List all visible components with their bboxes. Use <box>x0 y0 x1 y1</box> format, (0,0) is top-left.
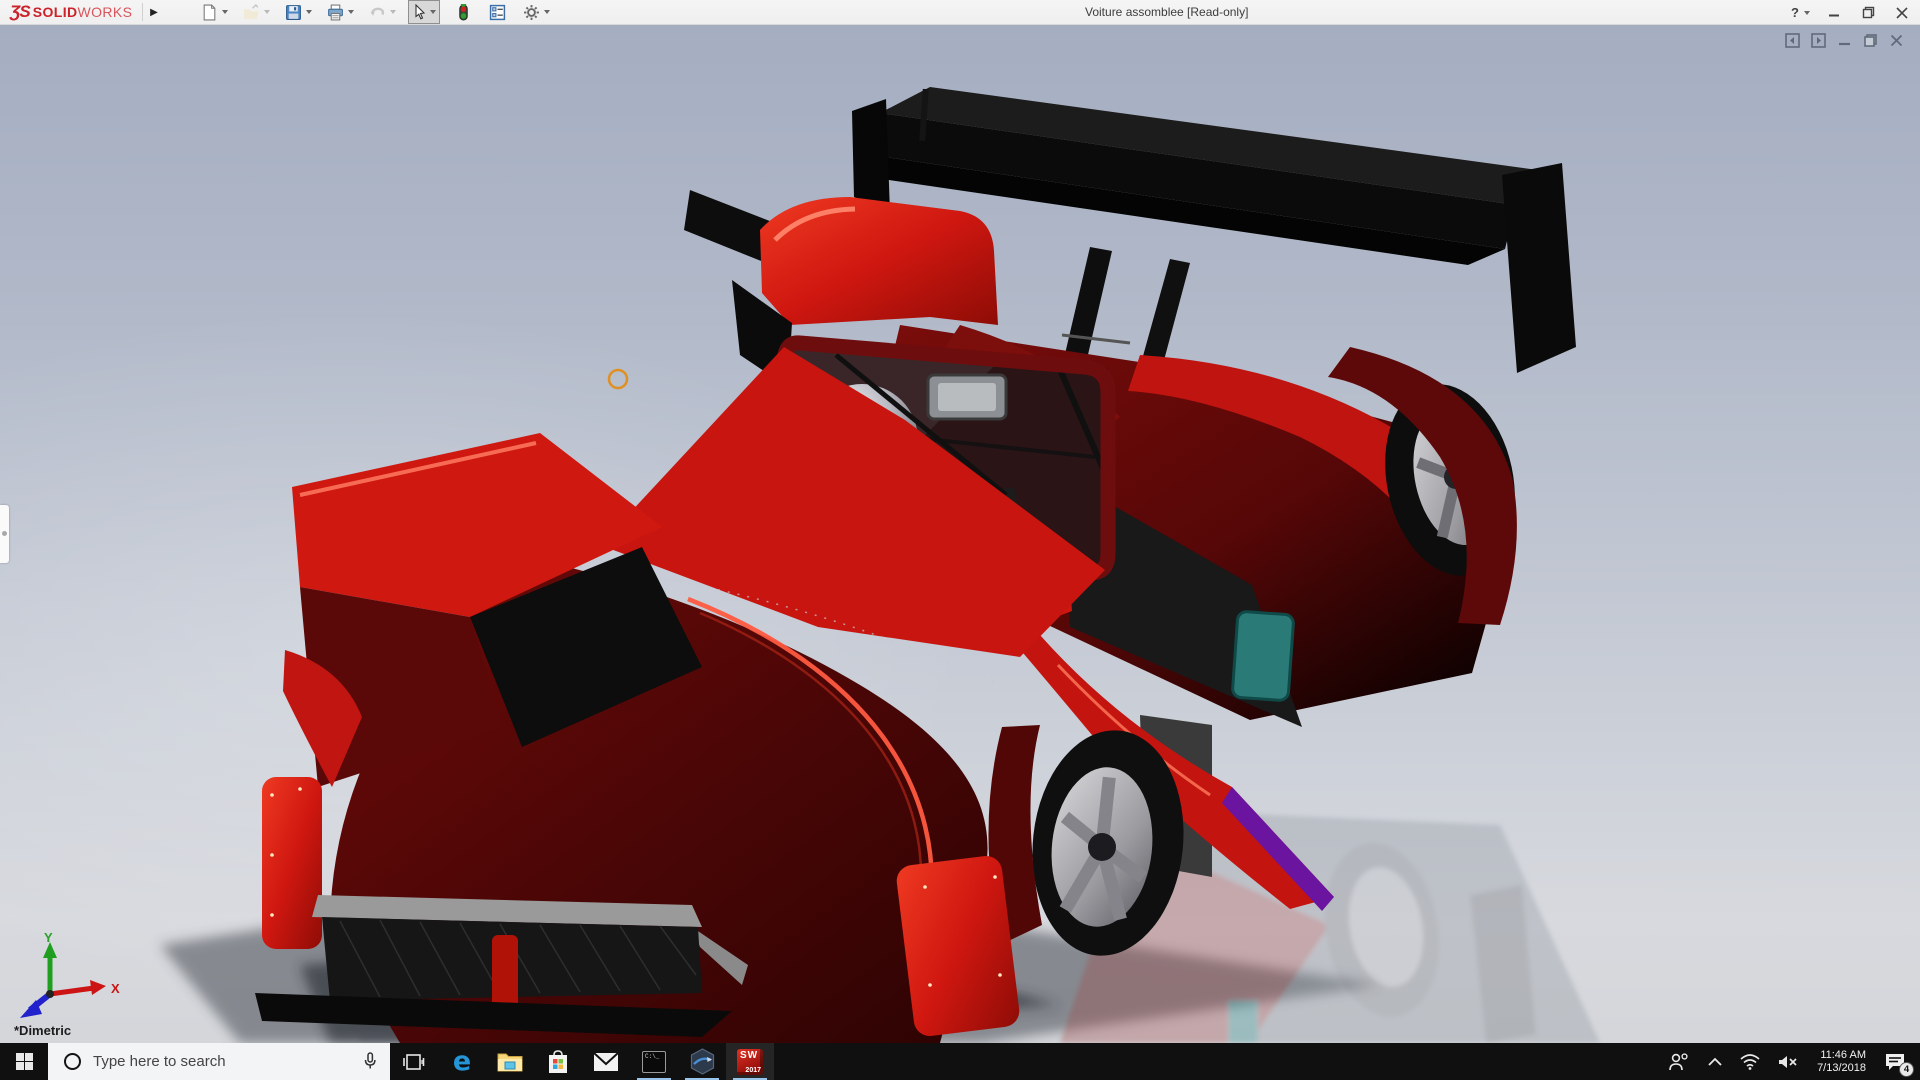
solidworks-logo-mark: ƷS <box>10 2 30 22</box>
save-icon <box>285 4 302 21</box>
rebuild-traffic-light-icon <box>455 4 472 21</box>
select-tool-button[interactable] <box>408 0 440 24</box>
file-properties-icon <box>489 4 506 21</box>
minimize-icon <box>1828 7 1840 19</box>
minimize-button[interactable] <box>1824 3 1844 23</box>
doc-minimize-icon[interactable] <box>1837 33 1852 48</box>
mail-icon <box>593 1052 619 1072</box>
store-icon <box>546 1049 570 1075</box>
door-inner-panel <box>1232 611 1294 701</box>
new-dropdown[interactable] <box>222 10 228 14</box>
doc-restore-icon[interactable] <box>1863 33 1878 48</box>
edge-icon: e <box>453 1046 471 1077</box>
previous-window-icon[interactable] <box>1785 33 1800 48</box>
undo-icon <box>369 4 386 21</box>
options-dropdown[interactable] <box>544 10 550 14</box>
solidworks-logo: ƷS SOLID WORKS <box>10 2 132 22</box>
show-hidden-icons-button[interactable] <box>1699 1043 1731 1080</box>
title-bar: ƷS SOLID WORKS ▶ <box>0 0 1920 25</box>
front-left-corner <box>262 777 322 949</box>
view-orientation-label: *Dimetric <box>14 1023 71 1038</box>
volume-button[interactable] <box>1769 1043 1807 1080</box>
graphics-viewport[interactable]: Y X *Dimetric <box>0 25 1920 1043</box>
window-title: Voiture assomblee [Read-only] <box>1085 5 1248 19</box>
next-window-icon[interactable] <box>1811 33 1826 48</box>
notification-badge: 4 <box>1899 1062 1914 1077</box>
solidworks-2017-icon: SW 2017 <box>737 1049 763 1075</box>
annotation-marker <box>609 370 627 388</box>
options-gear-icon <box>523 4 540 21</box>
help-button[interactable]: ? <box>1791 5 1810 20</box>
undo-button[interactable] <box>366 1 388 23</box>
headrest-fairing <box>760 197 998 325</box>
options-button[interactable] <box>520 1 542 23</box>
edrawings-button[interactable] <box>678 1043 726 1080</box>
collapsed-panel-tab[interactable] <box>0 505 9 563</box>
document-window-controls <box>1785 33 1904 48</box>
command-prompt-icon: C:\_ <box>642 1051 666 1073</box>
windows-taskbar: e <box>0 1043 1920 1080</box>
search-input[interactable] <box>93 1053 333 1070</box>
print-button[interactable] <box>324 1 346 23</box>
menu-flyout-button[interactable]: ▶ <box>142 3 156 21</box>
select-cursor-icon <box>412 4 428 20</box>
windows-logo-icon <box>16 1053 33 1070</box>
task-view-icon <box>402 1050 426 1074</box>
command-prompt-button[interactable]: C:\_ <box>630 1043 678 1080</box>
start-button[interactable] <box>0 1043 48 1080</box>
speaker-muted-icon <box>1778 1054 1798 1070</box>
open-button[interactable] <box>240 1 262 23</box>
mail-button[interactable] <box>582 1043 630 1080</box>
new-document-button[interactable] <box>198 1 220 23</box>
save-dropdown[interactable] <box>306 10 312 14</box>
front-right-corner <box>895 854 1021 1038</box>
close-icon <box>1896 7 1908 19</box>
open-icon <box>243 4 260 21</box>
clock-time: 11:46 AM <box>1817 1049 1866 1062</box>
open-dropdown[interactable] <box>264 10 270 14</box>
doc-close-icon[interactable] <box>1889 33 1904 48</box>
solidworks-taskbar-button[interactable]: SW 2017 <box>726 1043 774 1080</box>
rebuild-button[interactable] <box>452 1 474 23</box>
edge-button[interactable]: e <box>438 1043 486 1080</box>
triad-y-label: Y <box>44 930 53 945</box>
select-dropdown[interactable] <box>430 10 436 14</box>
print-icon <box>327 4 344 21</box>
new-document-icon <box>201 4 218 21</box>
microphone-icon[interactable] <box>362 1052 378 1070</box>
store-button[interactable] <box>534 1043 582 1080</box>
system-tray: 11:46 AM 7/13/2018 4 <box>1659 1043 1920 1080</box>
taskbar-search[interactable] <box>48 1043 390 1080</box>
wifi-icon <box>1740 1054 1760 1070</box>
edrawings-hexagon-icon <box>689 1048 716 1075</box>
undo-dropdown[interactable] <box>390 10 396 14</box>
people-icon <box>1668 1052 1690 1072</box>
orientation-triad: Y X <box>8 930 128 1030</box>
restore-icon <box>1862 6 1875 19</box>
clock-date: 7/13/2018 <box>1817 1062 1866 1075</box>
print-dropdown[interactable] <box>348 10 354 14</box>
task-view-button[interactable] <box>390 1043 438 1080</box>
action-center-button[interactable]: 4 <box>1876 1043 1920 1080</box>
network-button[interactable] <box>1731 1043 1769 1080</box>
3d-model-race-car[interactable] <box>0 25 1920 1043</box>
taskbar-apps: e <box>390 1043 774 1080</box>
solidworks-window: ƷS SOLID WORKS ▶ <box>0 0 1920 1080</box>
cortana-icon <box>64 1053 81 1070</box>
chevron-up-icon <box>1708 1057 1722 1066</box>
file-properties-button[interactable] <box>486 1 508 23</box>
taskbar-clock[interactable]: 11:46 AM 7/13/2018 <box>1807 1049 1876 1075</box>
save-button[interactable] <box>282 1 304 23</box>
help-dropdown[interactable] <box>1804 11 1810 15</box>
file-explorer-icon <box>497 1051 523 1073</box>
people-button[interactable] <box>1659 1043 1699 1080</box>
restore-button[interactable] <box>1858 3 1878 23</box>
quick-access-toolbar <box>198 0 558 24</box>
file-explorer-button[interactable] <box>486 1043 534 1080</box>
close-button[interactable] <box>1892 3 1912 23</box>
triad-x-label: X <box>111 981 120 996</box>
